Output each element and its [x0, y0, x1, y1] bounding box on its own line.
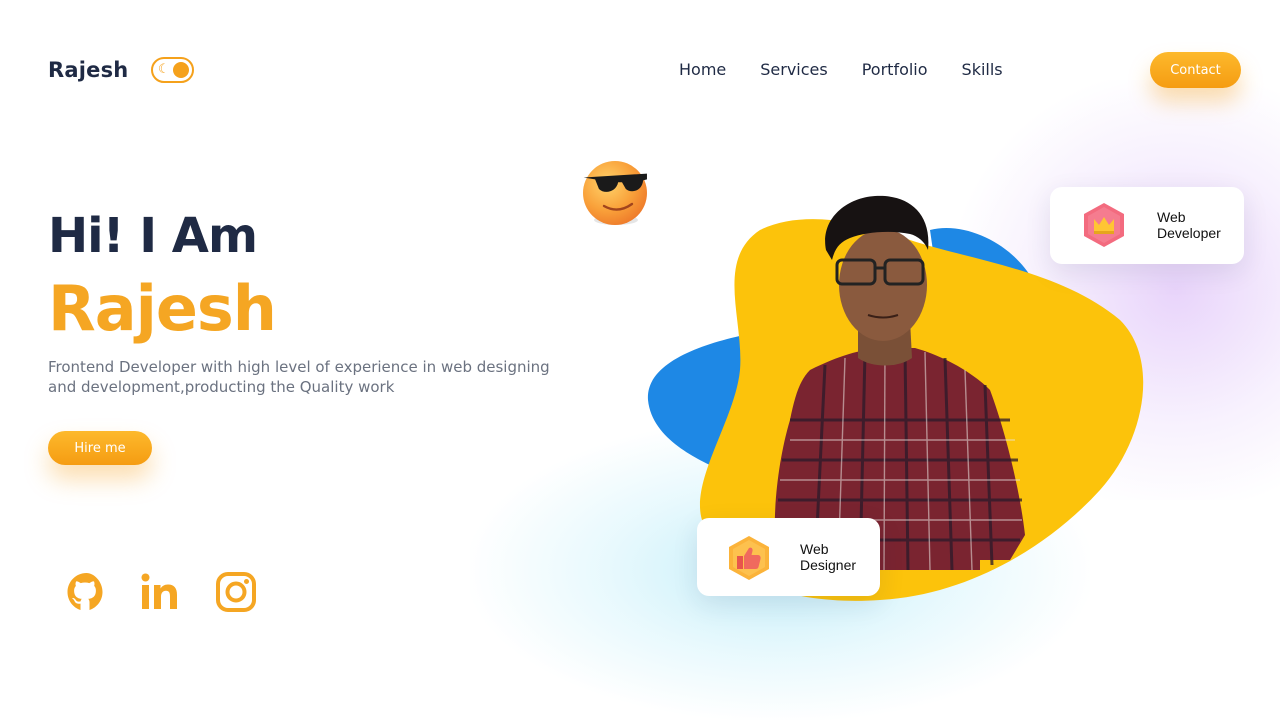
site-logo[interactable]: Rajesh	[48, 58, 128, 82]
hero-greeting: Hi! I Am	[48, 208, 258, 264]
card-developer-line2: Developer	[1157, 225, 1221, 241]
web-designer-card: Web Designer	[697, 518, 880, 596]
hire-me-button[interactable]: Hire me	[48, 431, 152, 465]
instagram-icon[interactable]	[214, 570, 258, 614]
nav-home[interactable]: Home	[679, 60, 726, 79]
hero-description: Frontend Developer with high level of ex…	[48, 358, 550, 396]
card-developer-line1: Web	[1157, 209, 1186, 225]
crown-icon	[1084, 203, 1124, 247]
card-designer-line2: Designer	[800, 557, 857, 573]
card-designer-line1: Web	[800, 541, 829, 557]
toggle-knob	[173, 62, 189, 78]
github-icon[interactable]	[63, 570, 107, 614]
main-nav: Home Services Portfolio Skills	[679, 60, 1037, 79]
hero-name: Rajesh	[48, 272, 277, 345]
moon-icon: ☾	[158, 62, 170, 77]
nav-skills[interactable]: Skills	[962, 60, 1003, 79]
nav-portfolio[interactable]: Portfolio	[862, 60, 928, 79]
web-developer-card: Web Developer	[1050, 187, 1244, 264]
nav-services[interactable]: Services	[760, 60, 827, 79]
theme-toggle[interactable]: ☾	[151, 57, 194, 83]
contact-button[interactable]: Contact	[1150, 52, 1241, 88]
linkedin-icon[interactable]	[139, 570, 183, 614]
thumbs-up-icon	[729, 536, 769, 580]
